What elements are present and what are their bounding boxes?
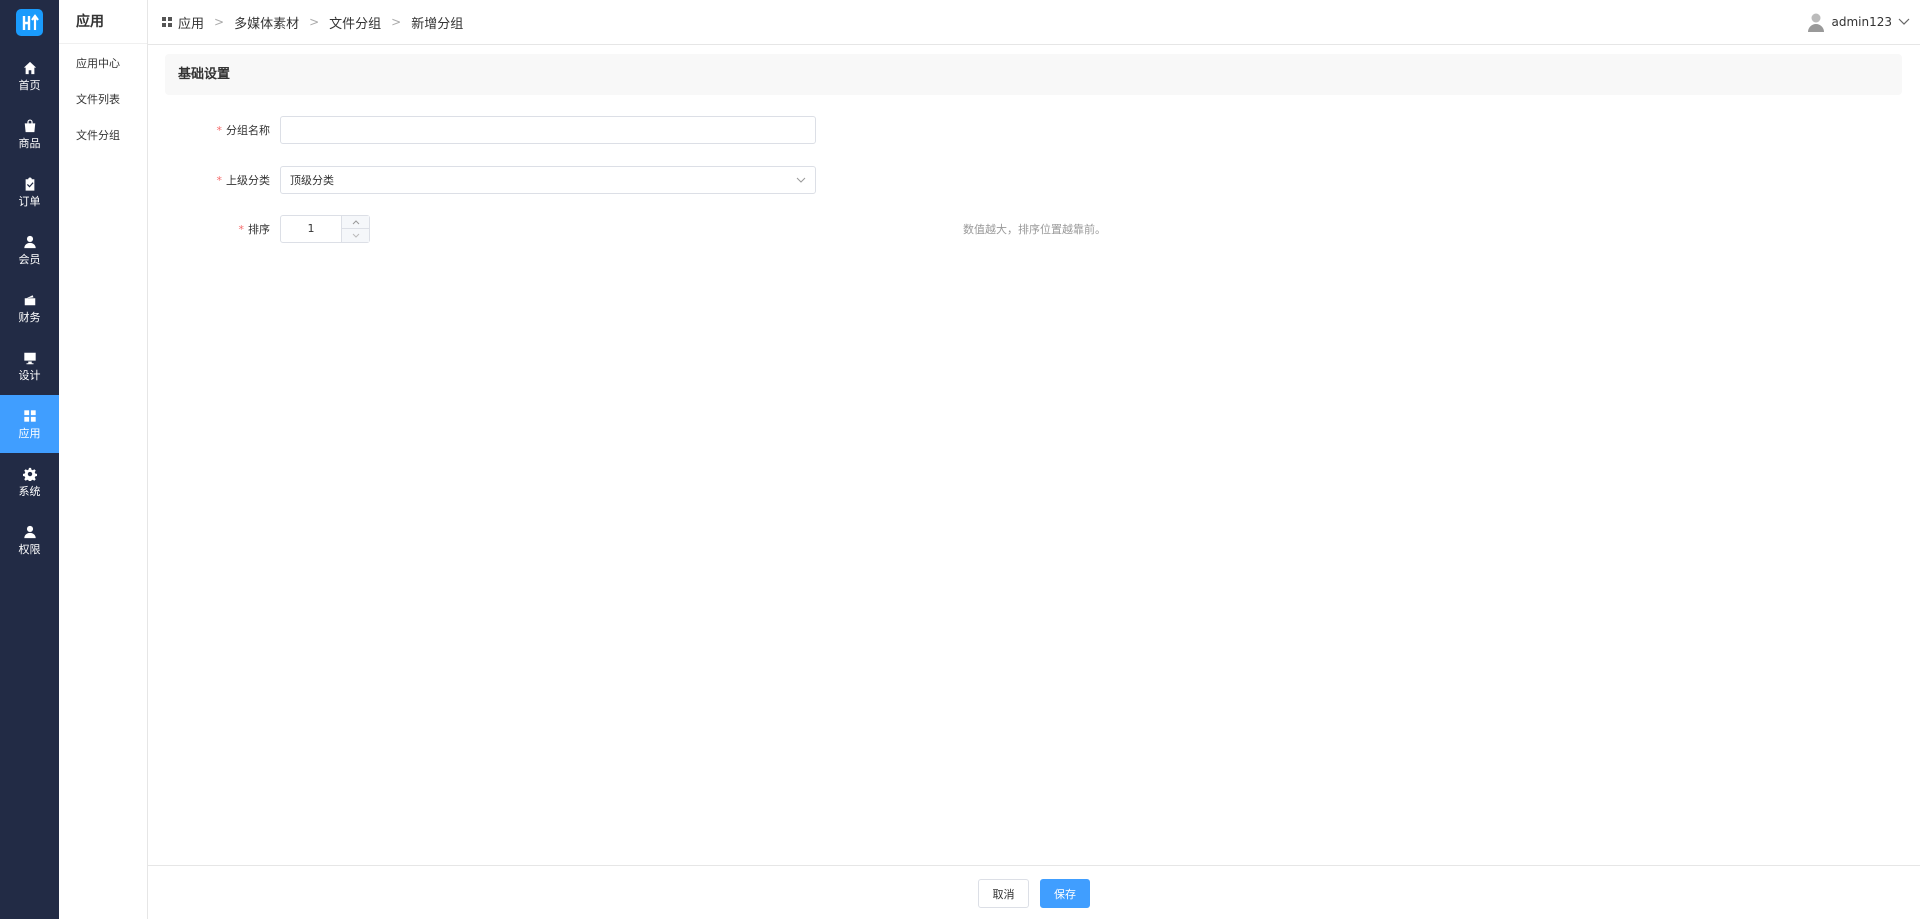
- user-lock-icon: [23, 525, 36, 538]
- form-footer: 取消 保存: [148, 865, 1920, 919]
- nav-item-home[interactable]: 首页: [0, 47, 59, 105]
- breadcrumb-item[interactable]: 多媒体素材: [234, 13, 299, 32]
- breadcrumb-item[interactable]: 应用: [178, 13, 204, 32]
- nav-item-label: 商品: [18, 136, 41, 150]
- nav-item-members[interactable]: 会员: [0, 221, 59, 279]
- required-mark: *: [216, 174, 223, 187]
- wallet-icon: [24, 294, 35, 305]
- clipboard-icon: [25, 176, 34, 191]
- nav-item-design[interactable]: 设计: [0, 337, 59, 395]
- nav-item-system[interactable]: 系统: [0, 453, 59, 511]
- gear-icon: [22, 467, 37, 481]
- nav-item-permissions[interactable]: 权限: [0, 511, 59, 569]
- main-nav: 首页 商品 订单 会员 财务 设计 应用 系统 权限: [0, 0, 59, 919]
- stepper-arrows: [341, 216, 369, 242]
- sub-menu: 应用 应用中心 文件列表 文件分组: [59, 0, 148, 919]
- main-content: 基础设置 * 分组名称 * 上级分类 顶级分类 * 排序 1 数值越大，排序位置越靠前…: [148, 45, 1920, 919]
- required-mark: *: [238, 223, 245, 236]
- logo[interactable]: [16, 9, 43, 36]
- chevron-right-icon: >: [214, 15, 225, 29]
- decrement-button[interactable]: [342, 229, 369, 242]
- top-header: 应用 > 多媒体素材 > 文件分组 > 新增分组 admin123: [148, 0, 1920, 45]
- nav-item-label: 应用: [18, 426, 41, 440]
- chevron-down-icon: [796, 177, 806, 183]
- increment-button[interactable]: [342, 216, 369, 229]
- breadcrumb-item[interactable]: 文件分组: [329, 13, 381, 32]
- sort-hint: 数值越大，排序位置越靠前。: [963, 223, 1106, 236]
- chevron-down-icon: [1898, 18, 1910, 25]
- apps-grid-icon: [162, 17, 172, 27]
- sub-menu-item-file-group[interactable]: 文件分组: [59, 118, 147, 154]
- parent-category-value: 顶级分类: [290, 174, 334, 187]
- nav-item-apps[interactable]: 应用: [0, 395, 59, 453]
- monitor-icon: [23, 352, 36, 364]
- logo-icon: [22, 13, 39, 30]
- sort-value[interactable]: 1: [281, 216, 341, 242]
- parent-category-select[interactable]: 顶级分类: [280, 166, 816, 194]
- sub-menu-item-file-list[interactable]: 文件列表: [59, 82, 147, 118]
- parent-category-label: * 上级分类: [216, 174, 271, 187]
- breadcrumb-item-current: 新增分组: [411, 16, 464, 32]
- sort-stepper[interactable]: 1: [280, 215, 370, 243]
- save-button[interactable]: 保存: [1040, 879, 1090, 908]
- nav-item-label: 权限: [18, 542, 41, 556]
- form-row-sort: * 排序 1: [148, 215, 370, 243]
- group-name-label: * 分组名称: [216, 124, 271, 137]
- user-name: admin123: [1831, 15, 1892, 29]
- nav-item-label: 订单: [18, 194, 41, 208]
- breadcrumb: 应用 > 多媒体素材 > 文件分组 > 新增分组: [162, 13, 463, 32]
- user-menu[interactable]: admin123: [1807, 12, 1910, 32]
- nav-item-orders[interactable]: 订单: [0, 163, 59, 221]
- nav-item-label: 财务: [18, 310, 41, 324]
- nav-item-label: 会员: [18, 252, 41, 266]
- nav-item-label: 首页: [18, 78, 41, 92]
- form-row-parent-category: * 上级分类 顶级分类: [148, 166, 816, 194]
- cancel-button[interactable]: 取消: [978, 879, 1029, 908]
- user-icon: [23, 235, 36, 248]
- chevron-down-icon: [352, 233, 359, 238]
- nav-item-label: 系统: [18, 484, 41, 498]
- sort-label: * 排序: [238, 223, 271, 236]
- sub-menu-item-app-center[interactable]: 应用中心: [59, 46, 147, 82]
- avatar: [1808, 13, 1825, 32]
- nav-item-goods[interactable]: 商品: [0, 105, 59, 163]
- sub-menu-title: 应用: [59, 0, 147, 44]
- home-icon: [23, 61, 36, 74]
- chevron-right-icon: >: [391, 15, 402, 29]
- nav-item-finance[interactable]: 财务: [0, 279, 59, 337]
- required-mark: *: [216, 124, 223, 137]
- chevron-right-icon: >: [309, 15, 320, 29]
- section-title: 基础设置: [165, 54, 1902, 95]
- form-row-group-name: * 分组名称: [148, 116, 816, 144]
- group-name-input[interactable]: [280, 116, 816, 144]
- bag-icon: [24, 118, 35, 132]
- apps-grid-icon: [23, 409, 36, 422]
- chevron-up-icon: [352, 219, 359, 224]
- nav-item-label: 设计: [18, 368, 41, 382]
